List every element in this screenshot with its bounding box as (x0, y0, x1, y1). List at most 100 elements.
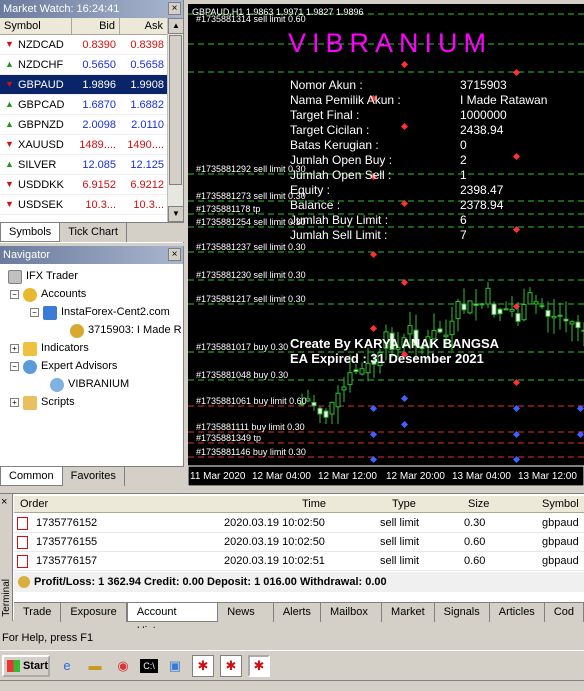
tab-account-history[interactable]: Account History (126, 603, 219, 637)
tab-label: Cod (553, 606, 574, 618)
expand-icon[interactable]: + (10, 398, 19, 407)
tab-favorites[interactable]: Favorites (63, 467, 125, 486)
tab-signals[interactable]: Signals (435, 603, 490, 622)
ea-info-label: Target Cicilan : (290, 123, 370, 137)
arrow-down-icon: ▼ (5, 139, 14, 149)
market-watch-row[interactable]: ▲ GBPNZD 2.0098 2.0110 (0, 115, 183, 135)
order-level-label: #1735881178 tp (196, 204, 261, 214)
tab-common[interactable]: Common (0, 467, 63, 486)
table-row[interactable]: 1735776152 2020.03.19 10:02:50 sell limit 0… (14, 514, 584, 533)
close-icon[interactable]: × (168, 248, 181, 261)
terminal-app-icon[interactable]: ✱ (220, 654, 242, 677)
expand-icon[interactable]: + (10, 344, 19, 353)
candle-body (563, 318, 569, 322)
col-order[interactable]: Order (20, 496, 48, 513)
close-icon[interactable]: × (168, 2, 181, 15)
scroll-up-icon[interactable]: ▲ (168, 18, 184, 34)
nav-accounts[interactable]: − Accounts (10, 286, 86, 303)
bid-price: 1.9896 (82, 78, 116, 91)
ea-info-label: Jumlah Buy Limit : (290, 213, 389, 227)
tab-symbols[interactable]: Symbols (0, 223, 61, 242)
order-marker (369, 324, 378, 333)
collapse-icon[interactable]: − (30, 308, 39, 317)
nav-server[interactable]: − InstaForex-Cent2.com (30, 304, 170, 321)
bid-price: 12.085 (82, 158, 116, 171)
order-level-label: #1735881237 sell limit 0.30 (196, 242, 306, 252)
order-level-label: #1735881048 buy 0.30 (196, 370, 289, 380)
order-type: sell limit (380, 517, 420, 529)
tab-trade[interactable]: Trade (14, 603, 62, 622)
candle-body (527, 292, 533, 305)
account-icon (70, 323, 84, 338)
folder-icon[interactable]: ▬ (84, 655, 106, 677)
market-watch-row[interactable]: ▲ NZDCHF 0.5650 0.5658 (0, 55, 183, 75)
tab-news[interactable]: News 99 (218, 603, 274, 636)
scroll-down-icon[interactable]: ▼ (168, 206, 184, 222)
tab-cod[interactable]: Cod (545, 603, 584, 622)
candle-body (509, 308, 515, 312)
col-size[interactable]: Size (468, 496, 489, 513)
tab-label: Alerts (282, 606, 311, 618)
nav-experts[interactable]: − Expert Advisors (10, 358, 117, 375)
market-watch-scrollbar[interactable]: ▲ ▼ (167, 18, 184, 222)
x-axis-tick: 12 Mar 12:00 (318, 471, 377, 482)
candle-body (437, 328, 443, 333)
terminal-tabs: Trade Exposure Account HistoryNews 99 Alert… (14, 602, 584, 637)
table-row[interactable]: 1735776155 2020.03.19 10:02:50 sell limit 0… (14, 533, 584, 552)
candle-body (449, 320, 455, 336)
col-ask[interactable]: Ask (120, 18, 168, 34)
nav-root[interactable]: IFX Trader (8, 268, 78, 285)
tab-articles[interactable]: Articles (490, 603, 545, 622)
market-watch-row[interactable]: ▲ SILVER 12.085 12.125 (0, 155, 183, 175)
symbol-cell: ▼ GBPAUD (0, 79, 72, 91)
nav-account[interactable]: 3715903: I Made R (70, 322, 182, 339)
x-axis-tick: 12 Mar 04:00 (252, 471, 311, 482)
terminal-app-icon[interactable]: ✱ (248, 654, 270, 677)
chart-window[interactable]: GBPAUD,H1 1.9863 1.9971 1.9827 1.9896 #1… (188, 4, 584, 486)
nav-scripts[interactable]: + Scripts (10, 394, 75, 411)
ie-icon[interactable]: e (56, 655, 78, 677)
market-watch-row[interactable]: ▼ XAUUSD 1489.... 1490.... (0, 135, 183, 155)
market-watch-row[interactable]: ▼ NZDCAD 0.8390 0.8398 (0, 35, 183, 55)
ea-info-label: Batas Kerugian : (290, 138, 379, 152)
col-symbol[interactable]: Symbol (0, 18, 72, 34)
market-watch-row[interactable]: ▲ GBPCAD 1.6870 1.6882 (0, 95, 183, 115)
nav-ea[interactable]: VIBRANIUM (50, 376, 129, 393)
tab-market[interactable]: Market (382, 603, 435, 622)
tab-exposure[interactable]: Exposure (61, 603, 127, 622)
scroll-thumb[interactable] (169, 35, 182, 185)
close-icon[interactable]: × (1, 496, 7, 508)
order-id: 1735776152 (36, 517, 98, 529)
cmd-icon[interactable]: C:\ (140, 658, 158, 673)
col-bid[interactable]: Bid (72, 18, 120, 34)
symbol-name: GBPAUD (18, 78, 64, 91)
network-icon[interactable]: ▣ (164, 655, 186, 677)
col-type[interactable]: Type (392, 496, 416, 513)
symbol-cell: ▼ USDSEK (0, 199, 72, 211)
terminal-app-icon[interactable]: ✱ (192, 654, 214, 677)
symbol-cell: ▼ USDDKK (0, 179, 72, 191)
chart-header-overlay: #1735881314 sell limit 0.60 (196, 14, 306, 24)
collapse-icon[interactable]: − (10, 290, 19, 299)
collapse-icon[interactable]: − (10, 362, 19, 371)
ea-info-value: I Made Ratawan (460, 93, 548, 107)
market-watch-row[interactable]: ▼ USDSEK 10.3... 10.3... (0, 195, 183, 215)
symbol-name: USDSEK (18, 198, 64, 211)
candle-body (335, 392, 341, 408)
nav-indicators[interactable]: + Indicators (10, 340, 89, 357)
tab-mailbox[interactable]: Mailbox 6 (321, 603, 383, 636)
ea-info-value: 2438.94 (460, 123, 504, 137)
market-watch-row[interactable]: ▼ GBPAUD 1.9896 1.9908 (0, 75, 183, 95)
ea-icon (50, 377, 64, 392)
col-symbol[interactable]: Symbol (542, 496, 579, 513)
indicators-icon (23, 341, 37, 356)
chrome-icon[interactable]: ◉ (112, 655, 134, 677)
tab-alerts[interactable]: Alerts (274, 603, 321, 622)
col-time[interactable]: Time (302, 496, 326, 513)
arrow-up-icon: ▲ (5, 119, 14, 129)
market-watch-row[interactable]: ▼ USDDKK 6.9152 6.9212 (0, 175, 183, 195)
tab-tick-chart[interactable]: Tick Chart (60, 223, 127, 242)
start-button[interactable]: Start (2, 654, 50, 677)
table-row[interactable]: 1735776157 2020.03.19 10:02:51 sell limit 0… (14, 552, 584, 571)
order-level-label: #1735881017 buy 0.30 (196, 342, 289, 352)
